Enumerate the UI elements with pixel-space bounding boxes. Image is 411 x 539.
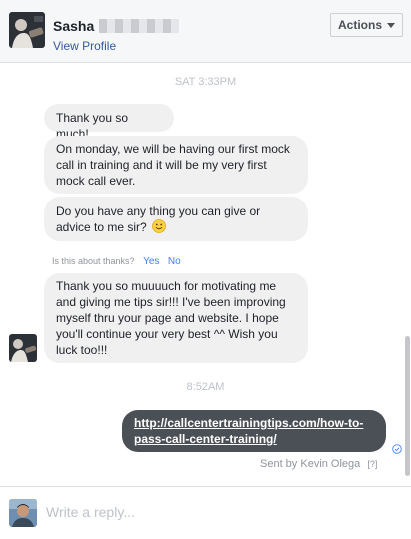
caret-down-icon <box>387 22 395 28</box>
reply-input[interactable]: Write a reply... <box>46 504 135 520</box>
contact-avatar-small[interactable] <box>9 334 37 362</box>
message-link[interactable]: http://callcentertrainingtips.com/how-to… <box>134 416 363 446</box>
feedback-no-link[interactable]: No <box>168 256 181 267</box>
message-text: On monday, we will be having our first m… <box>56 142 290 188</box>
smile-emoji-icon <box>152 219 166 237</box>
sent-by-label: Sent by Kevin Olega [?] <box>260 458 377 470</box>
own-message-bubble: http://callcentertrainingtips.com/how-to… <box>122 410 386 452</box>
feedback-yes-link[interactable]: Yes <box>143 256 159 267</box>
actions-button[interactable]: Actions <box>330 13 403 37</box>
message-timestamp: 8:52AM <box>186 381 225 393</box>
message-bubble: Thank you so much! <box>44 104 174 141</box>
feedback-prompt: Is this about thanks? Yes No <box>52 256 181 267</box>
conversation-scrollbar[interactable] <box>405 336 410 476</box>
sent-by-text: Sent by Kevin Olega <box>260 458 361 470</box>
conversation-header: Sasha View Profile Actions <box>0 0 411 63</box>
message-bubble: Thank you so muuuuch for motivating me a… <box>44 273 308 363</box>
message-text: Thank you so muuuuch for motivating me a… <box>56 279 286 357</box>
actions-label: Actions <box>337 18 382 32</box>
contact-name: Sasha <box>53 18 95 34</box>
message-bubble: On monday, we will be having our first m… <box>44 136 308 194</box>
redacted-surname <box>99 19 179 33</box>
message-timestamp: SAT 3:33PM <box>174 76 237 88</box>
view-profile-link[interactable]: View Profile <box>53 39 116 53</box>
sent-by-help[interactable]: [?] <box>367 459 377 469</box>
contact-avatar[interactable] <box>9 12 45 48</box>
message-bubble: Do you have any thing you can give or ad… <box>44 197 308 241</box>
check-circle-icon <box>392 444 402 454</box>
reply-bar: Write a reply... <box>0 486 411 539</box>
feedback-question: Is this about thanks? <box>52 256 135 266</box>
user-avatar <box>9 499 37 527</box>
